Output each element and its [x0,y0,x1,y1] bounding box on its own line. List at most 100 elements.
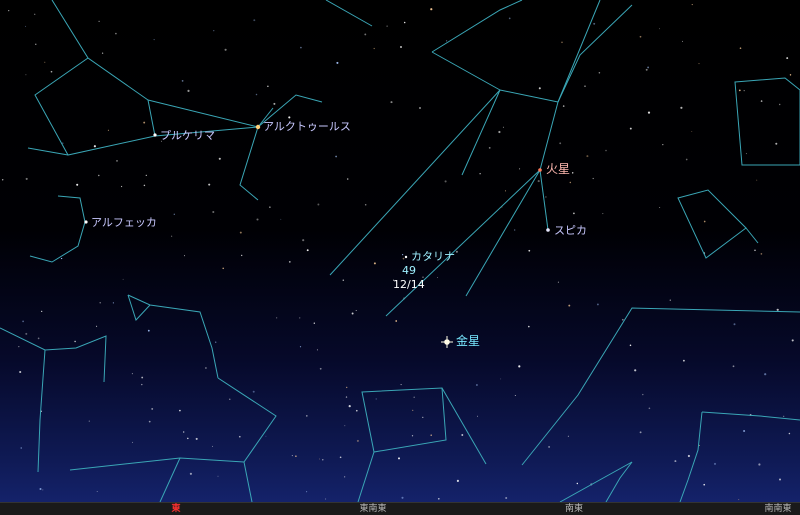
constellation-line [34,0,156,156]
background-star [789,74,792,76]
background-star [44,61,46,63]
constellation-line [361,387,447,453]
background-star [179,409,181,412]
constellation-line [127,294,219,379]
background-star [399,45,403,49]
background-star [437,497,440,500]
background-star [346,386,348,389]
constellation-line [499,89,559,103]
constellation-line [701,411,800,421]
alphecca-label: アルフェッカ [91,216,157,229]
background-star [212,210,215,214]
background-star [141,376,144,379]
background-star [252,390,255,393]
background-star [754,249,756,252]
background-star [403,21,406,24]
constellation-line [217,377,277,502]
background-star [239,231,242,234]
constellation-line [29,195,86,263]
constellation-line [745,227,759,244]
background-star [265,435,267,437]
direction-east: 東 [171,504,181,514]
background-star [634,369,637,372]
background-star [96,491,98,492]
background-star [648,407,651,410]
background-star [475,384,478,386]
background-star [256,218,259,221]
background-star [760,100,763,102]
constellation-line [329,89,501,276]
background-star [698,444,701,446]
background-star [691,4,693,6]
background-star [181,80,184,82]
background-star [74,340,76,343]
constellation-line [147,99,259,128]
background-star [273,102,276,105]
background-star [592,177,594,180]
background-star [514,229,516,231]
background-star [25,177,28,180]
background-star [107,129,109,131]
background-star [93,145,96,148]
background-star [498,130,501,134]
background-star [402,254,404,256]
background-star [514,395,516,397]
background-star [519,168,521,170]
background-star [183,431,185,433]
background-star [218,157,221,160]
background-star [98,20,100,23]
background-star [733,323,736,326]
background-star [745,153,747,155]
background-star [413,396,415,399]
background-star [171,235,173,237]
constellation-line [441,387,487,465]
background-star [401,496,404,499]
background-star [691,131,693,132]
horizon-bar: 東 東南東 南東 南南東 [0,502,800,515]
background-star [561,41,563,44]
background-star [269,206,271,208]
background-star [141,383,143,386]
comet-name-label: カタリナ [411,250,455,263]
background-star [267,85,269,87]
background-star [208,183,211,186]
background-star [355,309,357,312]
background-star [313,322,315,324]
background-star [151,407,154,410]
background-star [364,33,367,36]
background-star [639,35,642,38]
background-star [713,462,717,465]
background-star [703,220,706,223]
background-star [738,499,740,501]
constellation-line [159,457,181,502]
background-star [500,378,502,380]
background-star [402,257,405,260]
background-star [22,320,24,323]
background-star [356,439,359,442]
background-star [571,172,574,174]
background-star [116,160,118,162]
background-star [238,435,241,438]
constellation-line [385,169,541,317]
background-star [99,302,101,304]
background-star [204,367,207,369]
background-star [322,459,324,461]
background-star [34,13,36,15]
background-star [422,416,424,419]
background-star [419,107,421,109]
background-star [778,103,781,106]
background-star [562,105,565,107]
constellation-line [69,457,245,471]
background-star [173,213,175,215]
constellation-line [461,89,501,176]
background-star [569,181,571,184]
background-star [41,310,43,313]
background-star [355,409,358,412]
constellation-line [539,169,549,231]
background-star [145,174,147,177]
background-star [115,32,117,35]
background-star [317,203,320,206]
background-star [411,435,414,437]
pulcherrima-star [153,133,157,137]
background-star [291,455,293,457]
